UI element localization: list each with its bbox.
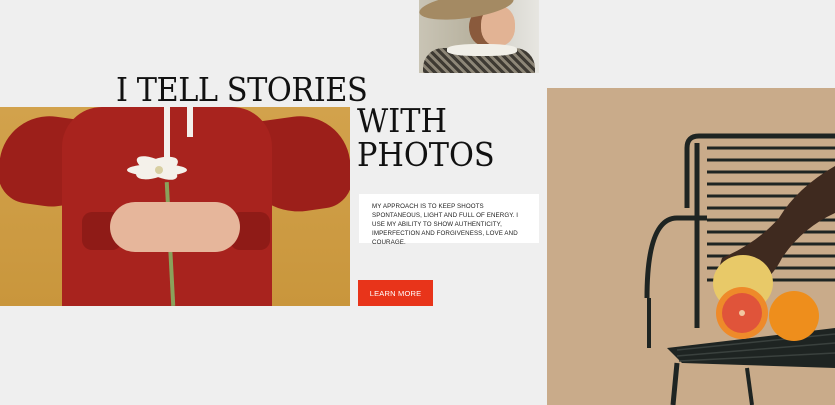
portrait-photo-top (419, 0, 539, 73)
daisy-flower-graphic (127, 156, 187, 180)
hero-title-word-photos: PHOTOS (357, 135, 495, 174)
intro-paragraph: MY APPROACH IS TO KEEP SHOOTS SPONTANEOU… (372, 203, 519, 246)
red-dress-photo (0, 107, 350, 306)
fruit-chair-photo (547, 88, 835, 405)
learn-more-button[interactable]: LEARN MORE (358, 280, 433, 306)
hero-title-line-2: WITH PHOTOS (357, 104, 495, 172)
hero-title-line-1: I TELL STORIES (116, 70, 368, 109)
intro-text-box: MY APPROACH IS TO KEEP SHOOTS SPONTANEOU… (359, 194, 539, 246)
